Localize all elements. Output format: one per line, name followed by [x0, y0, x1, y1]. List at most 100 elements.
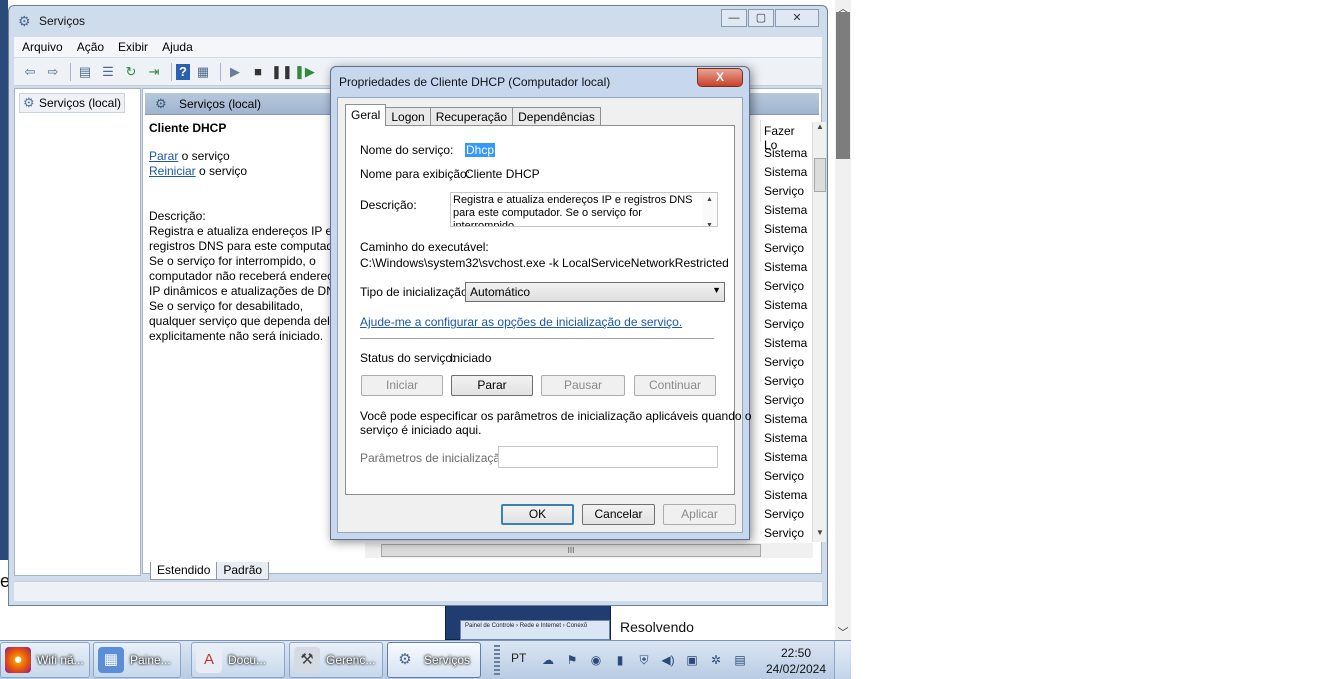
table-cell[interactable]: Sistema: [764, 296, 807, 315]
table-cell[interactable]: Sistema: [764, 448, 807, 467]
tab-estendido[interactable]: Estendido: [150, 562, 218, 580]
action-pane-icon[interactable]: ▦: [193, 62, 213, 82]
display-name-value[interactable]: Cliente DHCP: [465, 167, 540, 181]
table-cell[interactable]: Sistema: [764, 163, 807, 182]
volume-icon[interactable]: ◀): [660, 652, 676, 668]
help-icon[interactable]: ?: [176, 63, 190, 80]
table-cell[interactable]: Serviço: [764, 353, 807, 372]
restart-service-link[interactable]: Reiniciar: [149, 164, 196, 178]
menu-arquivo[interactable]: Arquivo: [22, 40, 63, 54]
taskbar-item-document[interactable]: A Docu...: [191, 642, 285, 678]
scroll-up-icon[interactable]: ▲: [706, 196, 713, 203]
forward-arrow-icon[interactable]: ⇨: [43, 62, 63, 82]
stop-icon[interactable]: ■: [248, 62, 268, 82]
refresh-icon[interactable]: ↻: [121, 62, 141, 82]
stop-service-link[interactable]: Parar: [149, 149, 178, 163]
description-textbox[interactable]: Registra e atualiza endereços IP e regis…: [450, 192, 718, 227]
table-cell[interactable]: Sistema: [764, 410, 807, 429]
table-cell[interactable]: Serviço: [764, 524, 807, 543]
monitor-icon[interactable]: ▣: [684, 652, 700, 668]
taskbar-item-computer-management[interactable]: ⚒ Gerenc...: [289, 642, 383, 678]
export-list-icon[interactable]: ⇥: [144, 62, 164, 82]
table-cell[interactable]: Serviço: [764, 391, 807, 410]
flag-icon[interactable]: ⚑: [564, 652, 580, 668]
scroll-down-icon[interactable]: ﹀: [835, 624, 851, 640]
taskbar-grip[interactable]: [494, 645, 500, 675]
taskbar-item-control-panel[interactable]: ▦ Paine...: [93, 642, 181, 678]
table-cell[interactable]: Sistema: [764, 486, 807, 505]
table-cell[interactable]: Serviço: [764, 372, 807, 391]
table-cell[interactable]: Serviço: [764, 505, 807, 524]
stop-button[interactable]: Parar: [451, 375, 533, 396]
table-cell[interactable]: Sistema: [764, 334, 807, 353]
description-scrollbar[interactable]: ▲ ▼: [702, 193, 717, 226]
firefox-icon: ●: [5, 647, 31, 673]
title-bar[interactable]: ⚙ Serviços — ▢ ✕: [9, 6, 827, 36]
scrollbar-thumb[interactable]: III: [381, 544, 761, 557]
document-icon: A: [196, 647, 222, 673]
table-cell[interactable]: Sistema: [764, 220, 807, 239]
usb-icon[interactable]: ▮: [612, 652, 628, 668]
scrollbar-thumb[interactable]: [836, 12, 850, 159]
table-cell[interactable]: Serviço: [764, 467, 807, 486]
service-name-value[interactable]: Dhcp: [465, 143, 496, 157]
table-cell[interactable]: Sistema: [764, 429, 807, 448]
ok-button[interactable]: OK: [501, 504, 574, 525]
scroll-up-icon[interactable]: ▲: [813, 122, 827, 131]
maximize-button[interactable]: ▢: [748, 9, 774, 27]
cloud-icon[interactable]: ☁: [540, 652, 556, 668]
startup-type-select[interactable]: Automático ▼: [465, 282, 725, 302]
startup-help-link[interactable]: Ajude-me a configurar as opções de inici…: [360, 315, 682, 329]
taskbar-item-services[interactable]: ⚙ Serviços: [387, 642, 481, 678]
list-vertical-scrollbar[interactable]: ▲ ▼: [812, 122, 826, 542]
table-cell[interactable]: Serviço: [764, 277, 807, 296]
background-scrollbar[interactable]: ︿ ﹀: [835, 0, 851, 640]
tab-dependencias[interactable]: Dependências: [512, 107, 601, 126]
menu-ajuda[interactable]: Ajuda: [162, 40, 193, 54]
list-horizontal-scrollbar[interactable]: III: [365, 543, 813, 558]
restart-icon[interactable]: ❚▶: [294, 62, 315, 82]
description-text-line: Registra e atualiza endereços IP e regis…: [453, 194, 693, 206]
show-console-tree-icon[interactable]: ▤: [75, 62, 95, 82]
tab-padrao[interactable]: Padrão: [216, 562, 270, 580]
table-cell[interactable]: Sistema: [764, 144, 807, 163]
table-cell[interactable]: Sistema: [764, 258, 807, 277]
scrollbar-thumb[interactable]: [814, 158, 826, 192]
menu-acao[interactable]: Ação: [77, 40, 104, 54]
menu-exibir[interactable]: Exibir: [118, 40, 148, 54]
system-clock[interactable]: 22:50 24/02/2024: [764, 645, 828, 677]
security-icon[interactable]: ⛨: [636, 652, 652, 668]
language-indicator[interactable]: PT: [511, 651, 526, 665]
exe-path-value[interactable]: C:\Windows\system32\svchost.exe -k Local…: [360, 256, 729, 270]
cancel-button[interactable]: Cancelar: [582, 504, 655, 525]
back-arrow-icon[interactable]: ⇦: [20, 62, 40, 82]
tab-recuperacao[interactable]: Recuperação: [429, 107, 514, 126]
show-desktop-button[interactable]: [834, 641, 850, 679]
device-icon[interactable]: ▤: [732, 652, 748, 668]
properties-icon[interactable]: ☰: [98, 62, 118, 82]
scroll-down-icon[interactable]: ▼: [706, 222, 713, 226]
table-cell[interactable]: Serviço: [764, 182, 807, 201]
apply-button[interactable]: Aplicar: [663, 504, 736, 525]
table-cell[interactable]: Sistema: [764, 201, 807, 220]
close-button[interactable]: ✕: [775, 9, 819, 27]
network-icon[interactable]: ✲: [708, 652, 724, 668]
pause-button[interactable]: Pausar: [541, 375, 625, 396]
taskbar-item-firefox[interactable]: ● Wifi nã...: [0, 642, 90, 678]
column-header-log-on-as[interactable]: Fazer Lo: [760, 120, 810, 152]
tab-logon[interactable]: Logon: [385, 107, 431, 126]
table-cell[interactable]: Serviço: [764, 315, 807, 334]
table-cell[interactable]: Serviço: [764, 239, 807, 258]
start-params-input[interactable]: [498, 446, 718, 468]
scroll-down-icon[interactable]: ▼: [813, 528, 827, 537]
dialog-close-button[interactable]: X: [697, 68, 743, 87]
tab-geral[interactable]: Geral: [345, 104, 387, 126]
continue-button[interactable]: Continuar: [634, 375, 716, 396]
start-button[interactable]: Iniciar: [361, 375, 443, 396]
network-drive-icon[interactable]: ◉: [588, 652, 604, 668]
description-text-line: para este computador. Se o serviço for i…: [453, 207, 642, 227]
minimize-button[interactable]: —: [721, 9, 747, 27]
pause-icon[interactable]: ❚❚: [271, 62, 293, 82]
play-icon[interactable]: ▶: [225, 62, 245, 82]
tree-item-services-local[interactable]: ⚙ Serviços (local): [19, 93, 126, 113]
